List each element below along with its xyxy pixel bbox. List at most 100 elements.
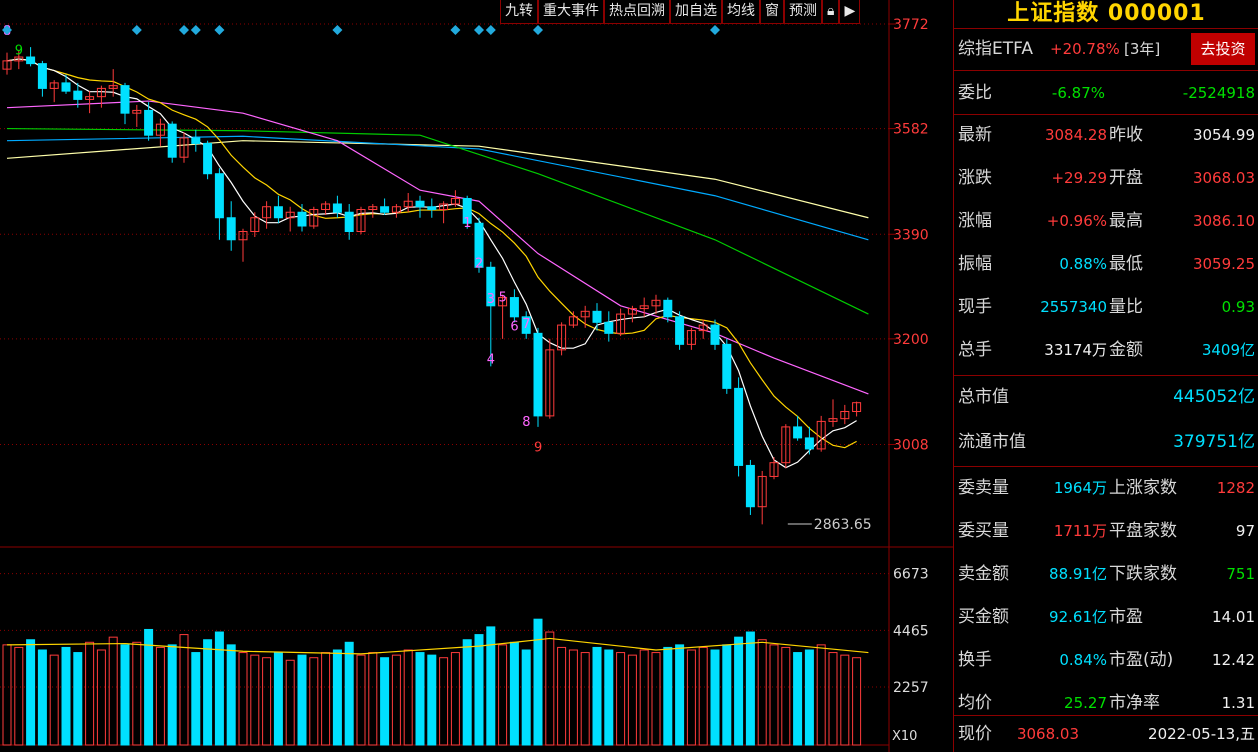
quote-value: +0.96% (1046, 212, 1107, 230)
quote-label: 昨收 (1109, 125, 1143, 145)
candle-body (61, 82, 71, 92)
volume-bar (309, 657, 319, 746)
quote-row: 涨跌 +29.29 开盘 3068.03 (954, 158, 1258, 198)
ma5-line (6, 58, 857, 469)
candle-body (214, 173, 224, 219)
volume-bar (557, 646, 567, 746)
window-button[interactable]: 窗 (760, 0, 784, 24)
stat-value: 1282 (1216, 479, 1255, 497)
candle-body (722, 343, 732, 389)
volume-bar (179, 634, 189, 746)
stat-label: 买金额 (958, 607, 1009, 627)
volume-bar (403, 649, 413, 746)
etf-change: +20.78% (1050, 40, 1120, 58)
quote-row: 现手 2557340 量比 0.93 (954, 287, 1258, 327)
stat-row: 委买量 1711万 平盘家数 97 (954, 511, 1258, 551)
quote-label: 金额 (1109, 340, 1143, 360)
candle-body (144, 109, 154, 136)
volume-bar (474, 634, 484, 746)
footer-row: 现价 3068.03 2022-05-13,五 (954, 716, 1258, 752)
candle-body (73, 90, 83, 100)
volume-bar (415, 652, 425, 746)
stat-value: 97 (1235, 522, 1255, 540)
kline-chart[interactable]: 37723582339032003008667344652257X1089123… (0, 0, 953, 752)
volume-bar (675, 644, 685, 746)
price-tick-label: 3390 (893, 227, 929, 243)
quote-row: 振幅 0.88% 最低 3059.25 (954, 244, 1258, 284)
volume-bar (616, 652, 626, 746)
lock-button[interactable]: 🔒︎ (822, 0, 840, 24)
volume-bar (804, 649, 814, 746)
volume-bar (132, 641, 142, 746)
event-marker-icon (190, 25, 201, 35)
quote-label: 现手 (958, 297, 992, 317)
event-marker-icon (131, 25, 142, 35)
candle-body (332, 203, 342, 213)
volume-bar (61, 646, 71, 746)
candle-body (604, 321, 614, 334)
quote-value: 0.93 (1221, 298, 1255, 316)
quote-value: 2557340 (1040, 298, 1107, 316)
stat-label: 平盘家数 (1109, 521, 1177, 541)
nine-turn-label: 1 (463, 216, 471, 231)
volume-bar (108, 636, 118, 746)
quote-row: 涨幅 +0.96% 最高 3086.10 (954, 201, 1258, 241)
candle-body (745, 464, 755, 508)
add-watchlist-button[interactable]: 加自选 (670, 0, 722, 24)
volume-bar (604, 649, 614, 746)
expand-button[interactable]: ▶ (839, 0, 861, 24)
quote-label: 总手 (958, 340, 992, 360)
market-cap-label: 总市值 (958, 387, 1009, 407)
forecast-button[interactable]: 预测 (784, 0, 822, 24)
etf-label: 综指ETFA (958, 39, 1033, 59)
stat-value: 92.61亿 (1049, 608, 1107, 626)
price-tick-label: 3008 (893, 438, 929, 454)
hot-review-button[interactable]: 热点回溯 (604, 0, 670, 24)
current-price-label: 现价 (958, 724, 992, 744)
volume-bar (498, 644, 508, 746)
candle-body (226, 217, 236, 241)
volume-bar (439, 657, 449, 746)
stat-value: 1711万 (1053, 522, 1107, 540)
volume-bar (144, 628, 154, 746)
volume-bar (226, 644, 236, 746)
volume-bar (722, 644, 732, 746)
market-cap-label: 流通市值 (958, 432, 1026, 452)
nine-turn-label: 9 (534, 441, 542, 456)
major-events-button[interactable]: 重大事件 (538, 0, 604, 24)
candle-body (37, 63, 47, 89)
stat-row: 买金额 92.61亿 市盈 14.01 (954, 597, 1258, 637)
volume-bar (793, 652, 803, 746)
stat-label: 卖金额 (958, 564, 1009, 584)
nine-turn-button[interactable]: 九转 (500, 0, 538, 24)
candle-body (427, 206, 437, 210)
volume-bar (592, 646, 602, 746)
quote-label: 量比 (1109, 297, 1143, 317)
ma10-line (6, 58, 857, 449)
volume-bar (167, 644, 177, 746)
ma60-line (6, 127, 869, 315)
stat-label: 委卖量 (958, 478, 1009, 498)
trade-date: 2022-05-13,五 (1148, 725, 1255, 743)
volume-bar (698, 646, 708, 746)
weibi-label: 委比 (958, 83, 992, 103)
lock-icon: 🔒︎ (827, 3, 835, 19)
weibi-diff: -2524918 (1182, 84, 1255, 102)
volume-bar (85, 641, 95, 746)
stat-row: 换手 0.84% 市盈(动) 12.42 (954, 640, 1258, 680)
volume-bar (651, 652, 661, 746)
invest-button[interactable]: 去投资 (1191, 33, 1255, 65)
candle-body (273, 206, 283, 219)
volume-bar (745, 631, 755, 746)
stat-label: 下跌家数 (1109, 564, 1177, 584)
volume-bar (250, 654, 260, 746)
candle-body (120, 85, 130, 114)
volume-bar (297, 654, 307, 746)
candle-body (734, 387, 744, 466)
quote-label: 振幅 (958, 254, 992, 274)
ma-lines-button[interactable]: 均线 (722, 0, 760, 24)
stat-value: 751 (1226, 565, 1255, 583)
candle-body (592, 310, 602, 323)
candle-body (675, 316, 685, 345)
volume-bar (273, 652, 283, 746)
